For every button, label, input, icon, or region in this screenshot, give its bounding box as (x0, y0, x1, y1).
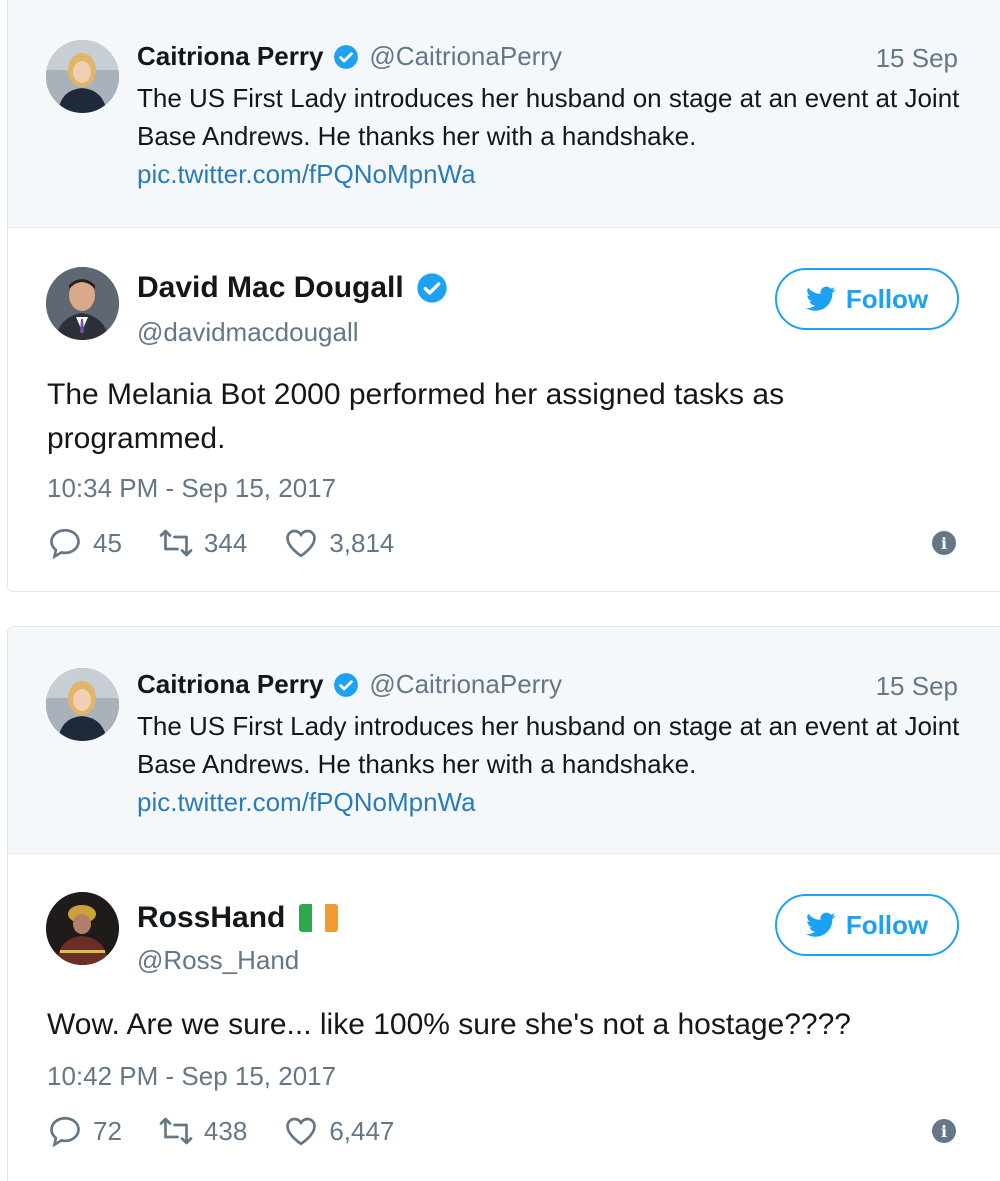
author-avatar[interactable] (46, 892, 119, 965)
quoted-pic-link[interactable]: pic.twitter.com/fPQNoMpnWa (137, 783, 967, 821)
quoted-avatar[interactable] (46, 40, 119, 113)
author-name[interactable]: RossHand (137, 901, 285, 935)
twitter-bird-icon (805, 286, 836, 311)
tweet-card: Caitriona Perry @CaitrionaPerry 15 Sep T… (7, 626, 1000, 1181)
quoted-avatar[interactable] (46, 668, 119, 741)
quoted-author-handle[interactable]: @CaitrionaPerry (369, 669, 562, 700)
like-button[interactable]: 6,447 (283, 1113, 394, 1149)
quoted-body: The US First Lady introduces her husband… (137, 83, 960, 151)
author-name[interactable]: David Mac Dougall (137, 271, 404, 305)
tweet-text: The Melania Bot 2000 performed her assig… (47, 378, 785, 455)
quoted-body: The US First Lady introduces her husband… (137, 711, 960, 779)
tweet-timestamp[interactable]: 10:42 PM - Sep 15, 2017 (47, 1061, 336, 1092)
verified-icon (417, 273, 447, 303)
retweet-button[interactable]: 344 (158, 525, 247, 561)
like-count: 3,814 (329, 527, 395, 558)
retweet-count: 438 (203, 1115, 248, 1146)
tweet-actions: 72 438 6,447 (47, 1113, 430, 1149)
author-avatar[interactable] (46, 267, 119, 340)
quoted-author-handle[interactable]: @CaitrionaPerry (369, 41, 562, 72)
quoted-date[interactable]: 15 Sep (876, 671, 958, 702)
retweet-icon (159, 529, 193, 557)
quoted-author-name[interactable]: Caitriona Perry (137, 41, 323, 72)
info-icon[interactable]: i (932, 1119, 956, 1143)
tweet-card: Caitriona Perry @CaitrionaPerry 15 Sep T… (7, 0, 1000, 592)
reply-icon (50, 1116, 80, 1148)
quoted-tweet[interactable]: Caitriona Perry @CaitrionaPerry 15 Sep T… (8, 0, 1000, 228)
quoted-author-name[interactable]: Caitriona Perry (137, 669, 323, 700)
reply-icon (50, 528, 80, 560)
twitter-bird-icon (805, 912, 836, 937)
like-count: 6,447 (329, 1115, 395, 1146)
reply-button[interactable]: 45 (47, 525, 122, 561)
quoted-text: The US First Lady introduces her husband… (137, 707, 967, 821)
follow-button[interactable]: Follow (775, 268, 959, 330)
quoted-tweet[interactable]: Caitriona Perry @CaitrionaPerry 15 Sep T… (8, 627, 1000, 854)
heart-icon (286, 1117, 317, 1146)
follow-button[interactable]: Follow (775, 894, 959, 956)
reply-count: 72 (93, 1115, 122, 1146)
author-handle[interactable]: @Ross_Hand (137, 945, 299, 976)
reply-button[interactable]: 72 (47, 1113, 122, 1149)
verified-icon (334, 44, 359, 69)
follow-label: Follow (845, 909, 929, 940)
info-icon[interactable]: i (932, 531, 956, 555)
retweet-count: 344 (203, 527, 248, 558)
follow-label: Follow (845, 283, 929, 314)
heart-icon (286, 529, 317, 558)
reply-count: 45 (93, 527, 122, 558)
quoted-text: The US First Lady introduces her husband… (137, 79, 967, 193)
ireland-flag-icon (299, 904, 339, 932)
author-handle[interactable]: @davidmacdougall (137, 317, 359, 348)
verified-icon (334, 672, 359, 697)
like-button[interactable]: 3,814 (283, 525, 394, 561)
retweet-icon (159, 1117, 193, 1145)
retweet-button[interactable]: 438 (158, 1113, 247, 1149)
quoted-date[interactable]: 15 Sep (876, 43, 958, 74)
quoted-pic-link[interactable]: pic.twitter.com/fPQNoMpnWa (137, 155, 967, 193)
tweet-text: Wow. Are we sure... like 100% sure she's… (47, 1008, 851, 1041)
tweet-timestamp[interactable]: 10:34 PM - Sep 15, 2017 (47, 473, 336, 504)
tweet-actions: 45 344 3,814 (47, 525, 430, 561)
